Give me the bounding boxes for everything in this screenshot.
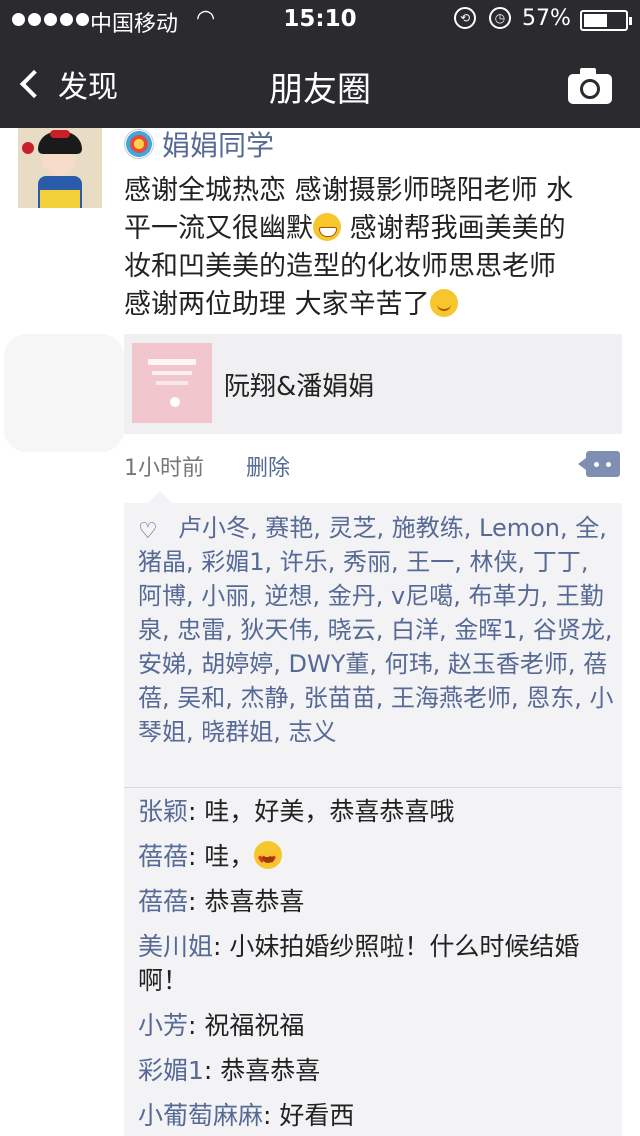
comment-text: : 恭喜恭喜	[188, 887, 305, 916]
post-text-line: 感谢两位助理 大家辛苦了	[124, 289, 430, 320]
comment-item[interactable]: 彩媚1: 恭喜恭喜	[138, 1054, 614, 1088]
likes-list: ♡ 卢小冬, 赛艳, 灵芝, 施教练, Lemon, 全, 猪晶, 彩媚1, 许乐…	[138, 511, 614, 749]
post-text-line: 感谢全城热恋 感谢摄影师晓阳老师 水	[124, 175, 574, 206]
comment-author[interactable]: 美川姐	[138, 932, 213, 961]
comment-author[interactable]: 小葡萄麻麻	[138, 1101, 263, 1130]
comment-text: : 哇，好美，恭喜恭喜哦	[188, 797, 455, 826]
post-timestamp: 1小时前	[124, 456, 204, 481]
comment-menu-button[interactable]	[578, 451, 620, 477]
post-text: 感谢全城热恋 感谢摄影师晓阳老师 水 平一流又很幽默 感谢帮我画美美的 妆和凹美…	[124, 172, 624, 324]
comment-text: : 恭喜恭喜	[203, 1056, 321, 1085]
likes-names: 卢小冬, 赛艳, 灵芝, 施教练, Lemon, 全, 猪晶, 彩媚1, 许乐,…	[138, 514, 614, 746]
battery-icon	[580, 10, 632, 31]
comment-item[interactable]: 小芳: 祝福祝福	[138, 1009, 614, 1043]
post-text-line: 妆和凹美美的造型的化妆师思思老师	[124, 251, 556, 282]
grin-emoji-icon	[313, 213, 341, 241]
post-author-name: 娟娟同学	[162, 129, 275, 162]
status-bar: 中国移动 ◠ 15:10 ⟲ ◷ 57%	[0, 0, 640, 40]
comment-author[interactable]: 彩媚1	[138, 1056, 204, 1085]
top-bar: 中国移动 ◠ 15:10 ⟲ ◷ 57% 发现 朋友圈	[0, 0, 640, 128]
comment-author[interactable]: 张颖	[138, 797, 188, 826]
link-title: 阮翔&潘娟娟	[224, 372, 375, 402]
comment-author[interactable]: 蓓蓓	[138, 842, 188, 871]
heart-outline-icon: ♡	[138, 519, 158, 544]
assistive-touch-button[interactable]	[4, 334, 124, 452]
rotation-lock-icon: ⟲	[454, 7, 476, 29]
link-thumbnail	[132, 343, 212, 423]
likes-comments-panel: ♡ 卢小冬, 赛艳, 灵芝, 施教练, Lemon, 全, 猪晶, 彩媚1, 许乐…	[124, 491, 622, 1136]
alarm-icon: ◷	[489, 7, 511, 29]
navigation-bar: 发现 朋友圈	[0, 40, 640, 128]
delete-button[interactable]: 删除	[246, 450, 290, 482]
divider	[124, 787, 622, 788]
comment-author[interactable]: 蓓蓓	[138, 887, 188, 916]
post-text-line: 感谢帮我画美美的	[341, 213, 566, 244]
comment-text: : 祝福祝福	[188, 1011, 305, 1040]
avatar[interactable]	[18, 128, 102, 208]
battery-percentage: 57%	[522, 6, 571, 31]
post-text-line: 平一流又很幽默	[124, 213, 313, 244]
comment-item[interactable]: 美川姐: 小妹拍婚纱照啦！什么时候结婚啊！	[138, 930, 614, 998]
camera-icon[interactable]	[568, 68, 612, 104]
comment-text: : 哇，	[188, 842, 255, 871]
shared-link-card[interactable]: 阮翔&潘娟娟	[124, 334, 622, 434]
comments-list: 张颖: 哇，好美，恭喜恭喜哦 蓓蓓: 哇， 蓓蓓: 恭喜恭喜 美川姐: 小妹拍婚…	[138, 795, 614, 1136]
heart-eyes-emoji-icon	[254, 841, 283, 878]
comment-text: : 好看西	[263, 1101, 355, 1130]
comment-item[interactable]: 小葡萄麻麻: 好看西	[138, 1099, 614, 1133]
lollipop-icon	[124, 129, 154, 159]
smile-emoji-icon	[429, 289, 458, 317]
post-author[interactable]: 娟娟同学	[124, 124, 274, 164]
page-title: 朋友圈	[269, 70, 371, 110]
comment-item[interactable]: 蓓蓓: 恭喜恭喜	[138, 885, 614, 919]
comment-item[interactable]: 蓓蓓: 哇，	[138, 840, 614, 878]
comment-author[interactable]: 小芳	[138, 1011, 188, 1040]
comment-item[interactable]: 张颖: 哇，好美，恭喜恭喜哦	[138, 795, 614, 829]
